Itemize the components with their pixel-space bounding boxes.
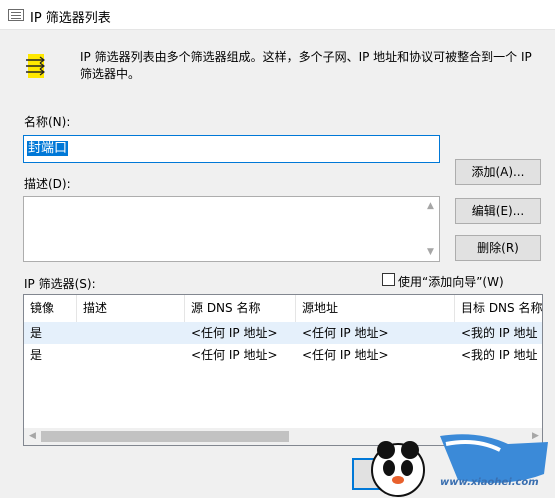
header-description: IP 筛选器列表由多个筛选器组成。这样，多个子网、IP 地址和协议可被整合到一个… — [80, 50, 532, 81]
filters-label: IP 筛选器(S): — [24, 277, 96, 291]
cell-mirror: 是 — [30, 326, 43, 340]
scroll-up-icon[interactable]: ▲ — [422, 201, 439, 211]
cell-source-address: <任何 IP 地址> — [302, 326, 389, 340]
name-label: 名称(N): — [24, 115, 71, 129]
scroll-left-icon[interactable]: ◀ — [24, 431, 41, 441]
description-label: 描述(D): — [24, 177, 71, 191]
column-header-mirror[interactable]: 镜像 — [24, 295, 77, 322]
column-header-source-dns[interactable]: 源 DNS 名称 — [185, 295, 296, 322]
description-textarea[interactable]: ▲ ▼ — [23, 196, 440, 262]
cell-source-address: <任何 IP 地址> — [302, 348, 389, 362]
edit-button[interactable]: 编辑(E)... — [455, 198, 541, 224]
cell-dest-dns: <我的 IP 地址 — [461, 348, 538, 362]
column-header-description[interactable]: 描述 — [77, 295, 185, 322]
description-scrollbar[interactable]: ▲ ▼ — [422, 197, 439, 261]
column-header-source-address[interactable]: 源地址 — [296, 295, 455, 322]
window-title: IP 筛选器列表 — [30, 11, 111, 26]
watermark-url: www.xiaohei.com — [440, 477, 539, 488]
filter-list-icon — [26, 54, 45, 78]
column-header-dest-dns[interactable]: 目标 DNS 名称 — [455, 295, 542, 322]
name-input[interactable]: 封端口 — [23, 135, 440, 163]
scrollbar-thumb[interactable] — [41, 431, 289, 442]
cell-source-dns: <任何 IP 地址> — [191, 326, 278, 340]
wizard-checkbox-label[interactable]: 使用“添加向导”(W) — [398, 273, 504, 290]
cell-source-dns: <任何 IP 地址> — [191, 348, 278, 362]
table-row[interactable]: 是 <任何 IP 地址> <任何 IP 地址> <我的 IP 地址 — [24, 344, 542, 366]
add-button[interactable]: 添加(A)... — [455, 159, 541, 185]
window-icon — [8, 9, 24, 21]
cell-mirror: 是 — [30, 348, 43, 362]
remove-button[interactable]: 删除(R) — [455, 235, 541, 261]
scroll-down-icon[interactable]: ▼ — [422, 247, 439, 257]
title-bar[interactable]: IP 筛选器列表 — [0, 0, 555, 30]
cell-dest-dns: <我的 IP 地址 — [461, 326, 538, 340]
table-row[interactable]: 是 <任何 IP 地址> <任何 IP 地址> <我的 IP 地址 — [24, 322, 542, 344]
name-input-value: 封端口 — [27, 141, 69, 156]
filter-list[interactable]: 镜像 描述 源 DNS 名称 源地址 目标 DNS 名称 是 <任何 IP 地址… — [23, 294, 543, 446]
wizard-checkbox[interactable] — [382, 273, 395, 286]
